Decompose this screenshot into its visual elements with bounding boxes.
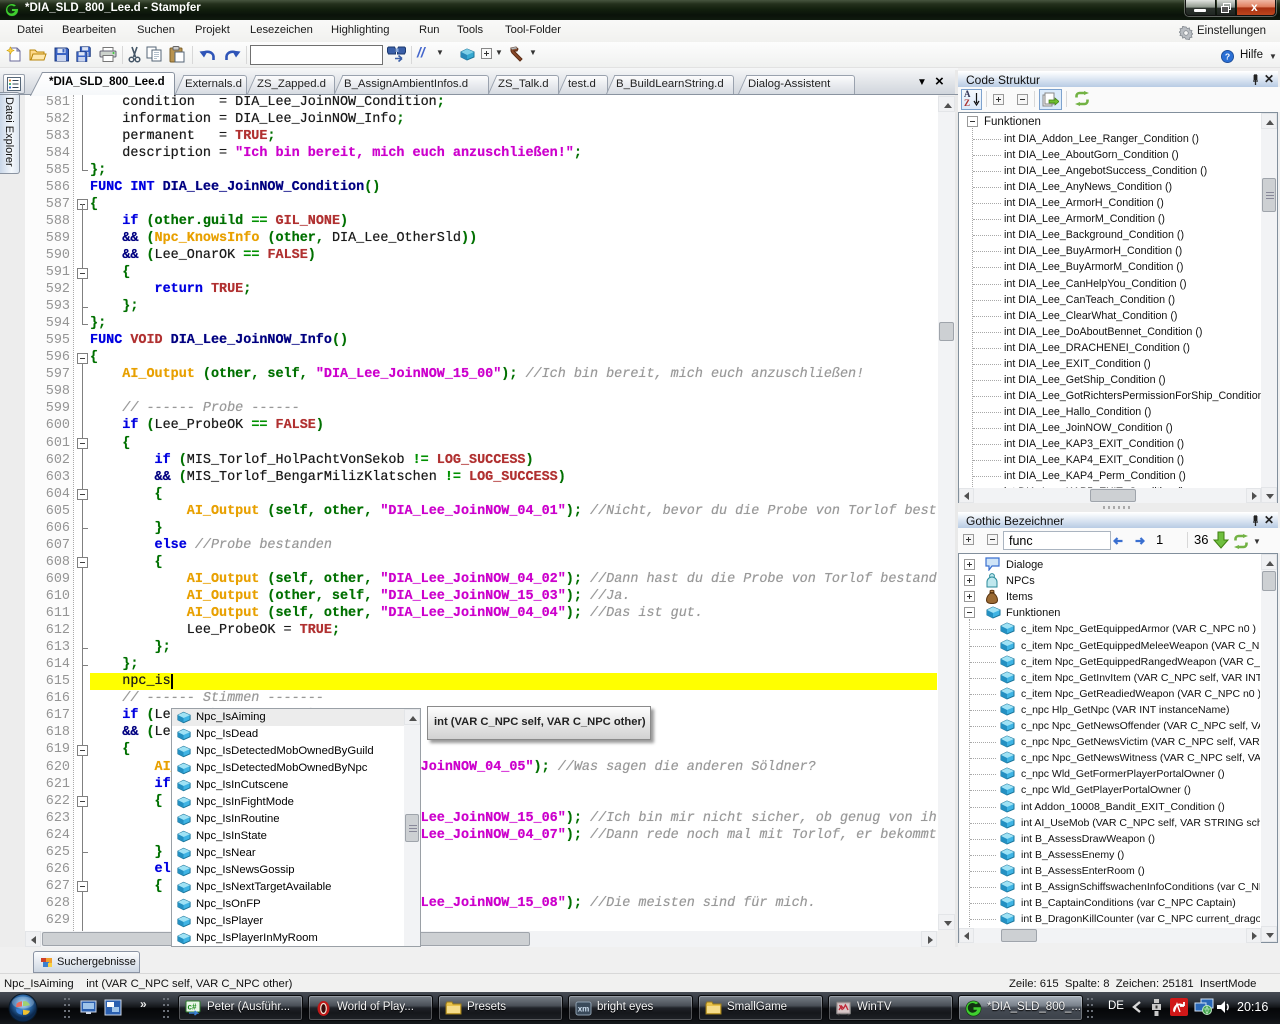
svg-text:xm: xm <box>578 1005 590 1014</box>
svg-text:?: ? <box>1225 52 1230 62</box>
svg-text:c#: c# <box>188 1003 197 1012</box>
